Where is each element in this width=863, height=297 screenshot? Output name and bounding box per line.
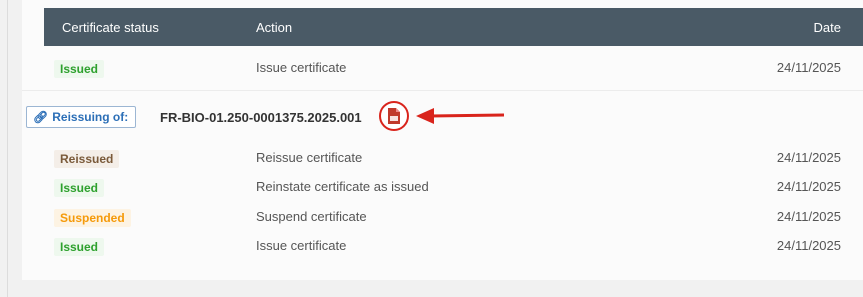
status-badge: Suspended <box>54 209 131 227</box>
table-row: Issued Reinstate certificate as issued 2… <box>22 174 863 198</box>
date-text: 24/11/2025 <box>776 209 841 224</box>
date-text: 24/11/2025 <box>776 150 841 165</box>
arrow-left-icon <box>416 108 505 124</box>
table-row: Issued Issue certificate 24/11/2025 <box>22 233 863 257</box>
action-text: Suspend certificate <box>256 209 367 224</box>
date-text: 24/11/2025 <box>776 238 841 253</box>
action-text: Reinstate certificate as issued <box>256 179 429 194</box>
action-text: Reissue certificate <box>256 150 363 165</box>
certificate-reference: FR-BIO-01.250-0001375.2025.001 <box>160 110 362 125</box>
reissuing-of-tag[interactable]: 🔗︎ Reissuing of: <box>26 106 137 128</box>
date-text: 24/11/2025 <box>776 179 841 194</box>
status-badge: Reissued <box>54 150 120 168</box>
status-badge: Issued <box>54 179 105 197</box>
status-badge: Issued <box>54 60 105 78</box>
pdf-download-button[interactable] <box>379 101 409 131</box>
action-text: Issue certificate <box>256 238 347 253</box>
table-row: Reissued Reissue certificate 24/11/2025 <box>22 145 863 169</box>
action-text: Issue certificate <box>256 60 347 75</box>
table-header: Certificate status Action Date <box>44 8 863 46</box>
header-certificate-status: Certificate status <box>62 20 159 35</box>
link-icon: 🔗︎ <box>33 110 49 124</box>
header-action: Action <box>256 20 293 35</box>
reissuing-of-label: Reissuing of: <box>52 110 129 124</box>
date-text: 24/11/2025 <box>776 60 841 75</box>
header-date: Date <box>813 20 841 35</box>
left-border <box>7 0 8 297</box>
pdf-file-icon <box>388 108 400 124</box>
table-row: Issued Issue certificate 24/11/2025 <box>22 55 863 79</box>
table-row: Suspended Suspend certificate 24/11/2025 <box>22 204 863 228</box>
section-divider <box>22 90 863 91</box>
status-badge: Issued <box>54 238 105 256</box>
